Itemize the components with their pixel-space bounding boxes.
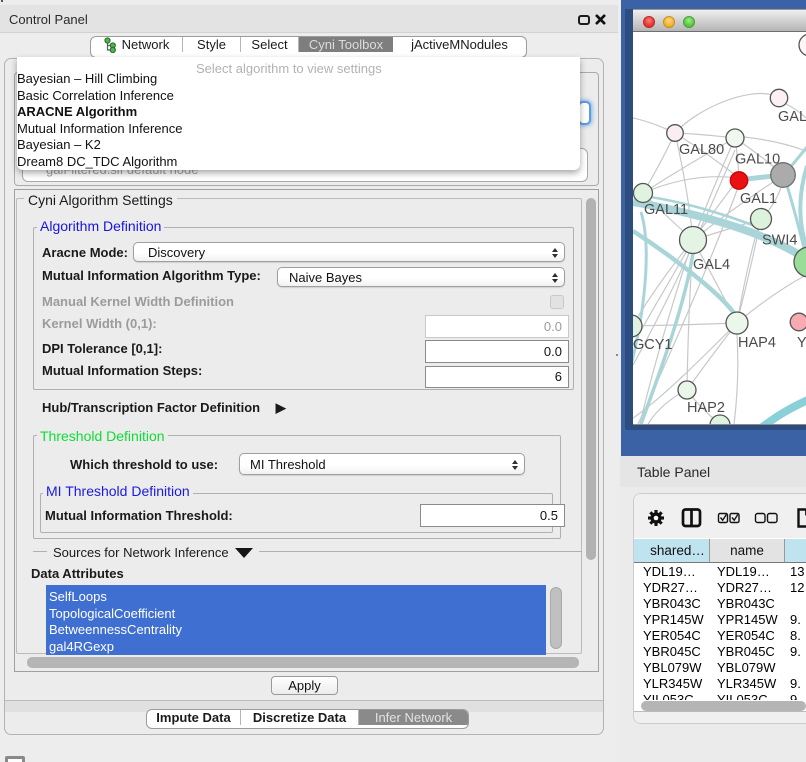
svg-text:GAL4: GAL4 — [693, 257, 730, 273]
svg-text:SWI4: SWI4 — [762, 233, 797, 249]
svg-text:HAP2: HAP2 — [687, 400, 725, 416]
svg-text:GAL80: GAL80 — [679, 142, 724, 158]
svg-text:GAL1: GAL1 — [740, 191, 777, 207]
svg-text:GCY1: GCY1 — [633, 337, 673, 353]
svg-text:HAP4: HAP4 — [738, 335, 776, 351]
svg-text:GAL11: GAL11 — [644, 202, 688, 218]
svg-text:Y: Y — [797, 335, 806, 351]
svg-text:GAL2: GAL2 — [778, 109, 806, 125]
svg-text:GAL10: GAL10 — [735, 152, 780, 168]
